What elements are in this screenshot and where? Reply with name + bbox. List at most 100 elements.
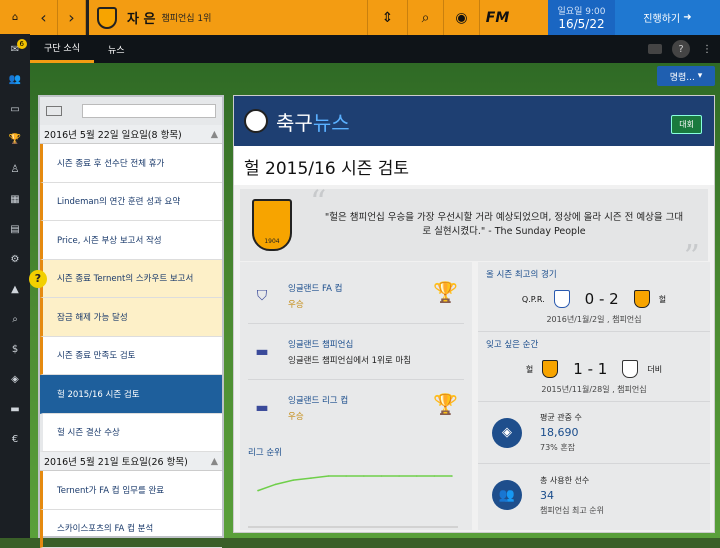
team-icon[interactable]: ⚙ — [0, 244, 30, 274]
list-item[interactable]: 잠금 해제 가능 달성 — [40, 298, 222, 337]
crest-year: 1904 — [254, 238, 290, 245]
scouting-icon[interactable]: ⌕ — [0, 304, 30, 334]
away-team[interactable]: 더비 — [647, 364, 662, 375]
club-header[interactable]: 자 은 챔피언십 1위 — [86, 0, 371, 35]
current-date: 16/5/22 — [548, 17, 615, 31]
trophy-row: ▬ 잉글랜드 리그 컵우승 🏆 — [248, 380, 464, 436]
match-score[interactable]: 1 - 1 — [573, 360, 607, 378]
list-item[interactable]: ?시즌 종료 Ternent의 스카우트 보고서 — [40, 260, 222, 299]
transfers-icon[interactable]: $ — [0, 334, 30, 364]
hull-crest-icon: 1904 — [252, 199, 292, 251]
staff-icon[interactable]: ♙ — [0, 154, 30, 184]
inbox-icon[interactable]: ✉6 — [0, 34, 30, 64]
league-position-point — [451, 475, 453, 477]
squad-icon[interactable]: 👥 — [0, 64, 30, 94]
hull-crest-icon — [634, 290, 650, 308]
item-label: 스카이스포츠의 FA 컵 분석 — [57, 522, 153, 534]
tab-news[interactable]: 뉴스 — [94, 35, 139, 63]
home-icon[interactable]: ⌂ — [0, 0, 30, 34]
date-group-header: 2016년 5월 22일 일요일(8 항목)▲ — [40, 125, 222, 144]
list-item[interactable]: Ternent가 FA 컵 임무를 완료 — [40, 471, 222, 510]
list-item[interactable]: 시즌 종료 만족도 검토 — [40, 337, 222, 376]
stats-column: 올 시즌 최고의 경기 Q.P.R. 0 - 2 헐 2016년/1월/2일 ,… — [478, 262, 710, 530]
continue-label: 진행하기 — [643, 10, 680, 25]
search-icon[interactable]: ⌕ — [407, 0, 443, 35]
players-stat: 👥 총 사용한 선수 34 챔피언십 최고 순위 — [478, 464, 710, 526]
league-position-title: 리그 순위 — [248, 446, 464, 458]
match-score[interactable]: 0 - 2 — [585, 290, 619, 308]
match-meta: 2015년/11월/28일 , 챔피언십 — [486, 384, 702, 395]
continue-button[interactable]: 진행하기 ➜ — [615, 0, 720, 35]
home-team[interactable]: Q.P.R. — [522, 295, 545, 304]
league-position-point — [310, 477, 312, 479]
question-icon[interactable]: ? — [29, 270, 47, 288]
item-label: Lindeman의 연간 훈련 성과 요약 — [57, 195, 180, 207]
schedule-icon[interactable]: ▭ — [0, 94, 30, 124]
league-position-point — [292, 479, 294, 481]
item-label: 헐 시즌 결산 수상 — [57, 426, 120, 438]
back-icon[interactable]: ‹ — [30, 0, 58, 35]
qpr-crest-icon — [554, 290, 570, 308]
stat-value: 18,690 — [540, 426, 582, 439]
training-icon[interactable]: ▲ — [0, 274, 30, 304]
more-icon[interactable]: ⋮ — [698, 40, 716, 58]
list-item[interactable]: Lindeman의 연간 훈련 성과 요약 — [40, 183, 222, 222]
chevron-updown-icon[interactable]: ⇕ — [367, 0, 407, 35]
list-item-selected[interactable]: 헐 2015/16 시즌 검토 — [40, 375, 222, 414]
reports-icon[interactable]: ▤ — [0, 214, 30, 244]
match-meta: 2016년/1월/2일 , 챔피언십 — [486, 314, 702, 325]
stat-label: 평균 관중 수 — [540, 412, 582, 423]
list-item[interactable]: 시즌 종료 후 선수단 전체 휴가 — [40, 144, 222, 183]
away-team[interactable]: 헐 — [659, 294, 666, 305]
league-cup-trophy-icon: 🏆 — [433, 392, 458, 416]
list-item[interactable]: 헐 시즌 결산 수상 — [40, 414, 222, 453]
tab-club-news[interactable]: 구단 소식 — [30, 35, 94, 63]
fm-menu-icon[interactable]: FM — [479, 0, 515, 35]
list-item[interactable]: Price, 시즌 부상 보고서 작성 — [40, 221, 222, 260]
group-label: 2016년 5월 21일 토요일(26 항목) — [44, 454, 188, 468]
league-position-point — [275, 484, 277, 486]
league-position-point — [434, 475, 436, 477]
view-button[interactable]: 명령... ▾ — [657, 66, 715, 86]
league-position-point — [363, 475, 365, 477]
finance-icon[interactable]: € — [0, 424, 30, 454]
view-button-label: 명령... — [670, 70, 695, 83]
best-match-section: 올 시즌 최고의 경기 Q.P.R. 0 - 2 헐 2016년/1월/2일 ,… — [478, 262, 710, 332]
stat-label: 총 사용한 선수 — [540, 475, 604, 486]
trophy-status: 잉글랜드 챔피언십에서 1위로 마침 — [288, 354, 411, 366]
globe-icon[interactable]: ◉ — [443, 0, 479, 35]
trophy-name[interactable]: 잉글랜드 FA 컵 — [288, 282, 342, 294]
news-article: 축구 뉴스 대회 헐 2015/16 시즌 검토 1904 “ "헐은 챔피언십… — [233, 95, 715, 533]
trophy-name[interactable]: 잉글랜드 리그 컵 — [288, 394, 348, 406]
memorable-title: 잊고 싶은 순간 — [486, 338, 702, 350]
trophy-icon[interactable]: 🏆 — [0, 124, 30, 154]
derby-crest-icon — [622, 360, 638, 378]
trophy-status: 우승 — [288, 298, 342, 310]
list-item[interactable]: 스카이스포츠의 FA 컵 분석 — [40, 510, 222, 548]
league-position-point — [345, 475, 347, 477]
league-position-point — [328, 475, 330, 477]
league-cup-logo-icon: ▬ — [248, 397, 276, 419]
home-team[interactable]: 헐 — [526, 364, 533, 375]
help-icon[interactable]: ? — [672, 40, 690, 58]
inbox-search-input[interactable] — [82, 104, 216, 118]
trophy-status: 우승 — [288, 410, 348, 422]
tactics-icon[interactable]: ▦ — [0, 184, 30, 214]
date-group-header: 2016년 5월 21일 토요일(26 항목)▲ — [40, 452, 222, 471]
league-position-point — [257, 490, 259, 492]
banner-title-2: 뉴스 — [313, 107, 350, 136]
item-label: 시즌 종료 만족도 검토 — [57, 349, 136, 361]
fa-cup-logo-icon: ⛉ — [248, 285, 276, 307]
item-label: 헐 2015/16 시즌 검토 — [57, 388, 140, 400]
club-icon[interactable]: ◈ — [0, 364, 30, 394]
trophy-name[interactable]: 잉글랜드 챔피언십 — [288, 338, 411, 350]
item-label: Price, 시즌 부상 보고서 작성 — [57, 234, 162, 246]
briefcase-icon[interactable]: ▬ — [0, 394, 30, 424]
flag-icon[interactable] — [648, 44, 662, 54]
league-position-point — [416, 475, 418, 477]
news-banner: 축구 뉴스 대회 — [234, 96, 714, 146]
forward-icon[interactable]: › — [58, 0, 86, 35]
category-tag[interactable]: 대회 — [671, 115, 702, 134]
inbox-header — [40, 97, 222, 125]
best-match-title: 올 시즌 최고의 경기 — [486, 268, 702, 280]
